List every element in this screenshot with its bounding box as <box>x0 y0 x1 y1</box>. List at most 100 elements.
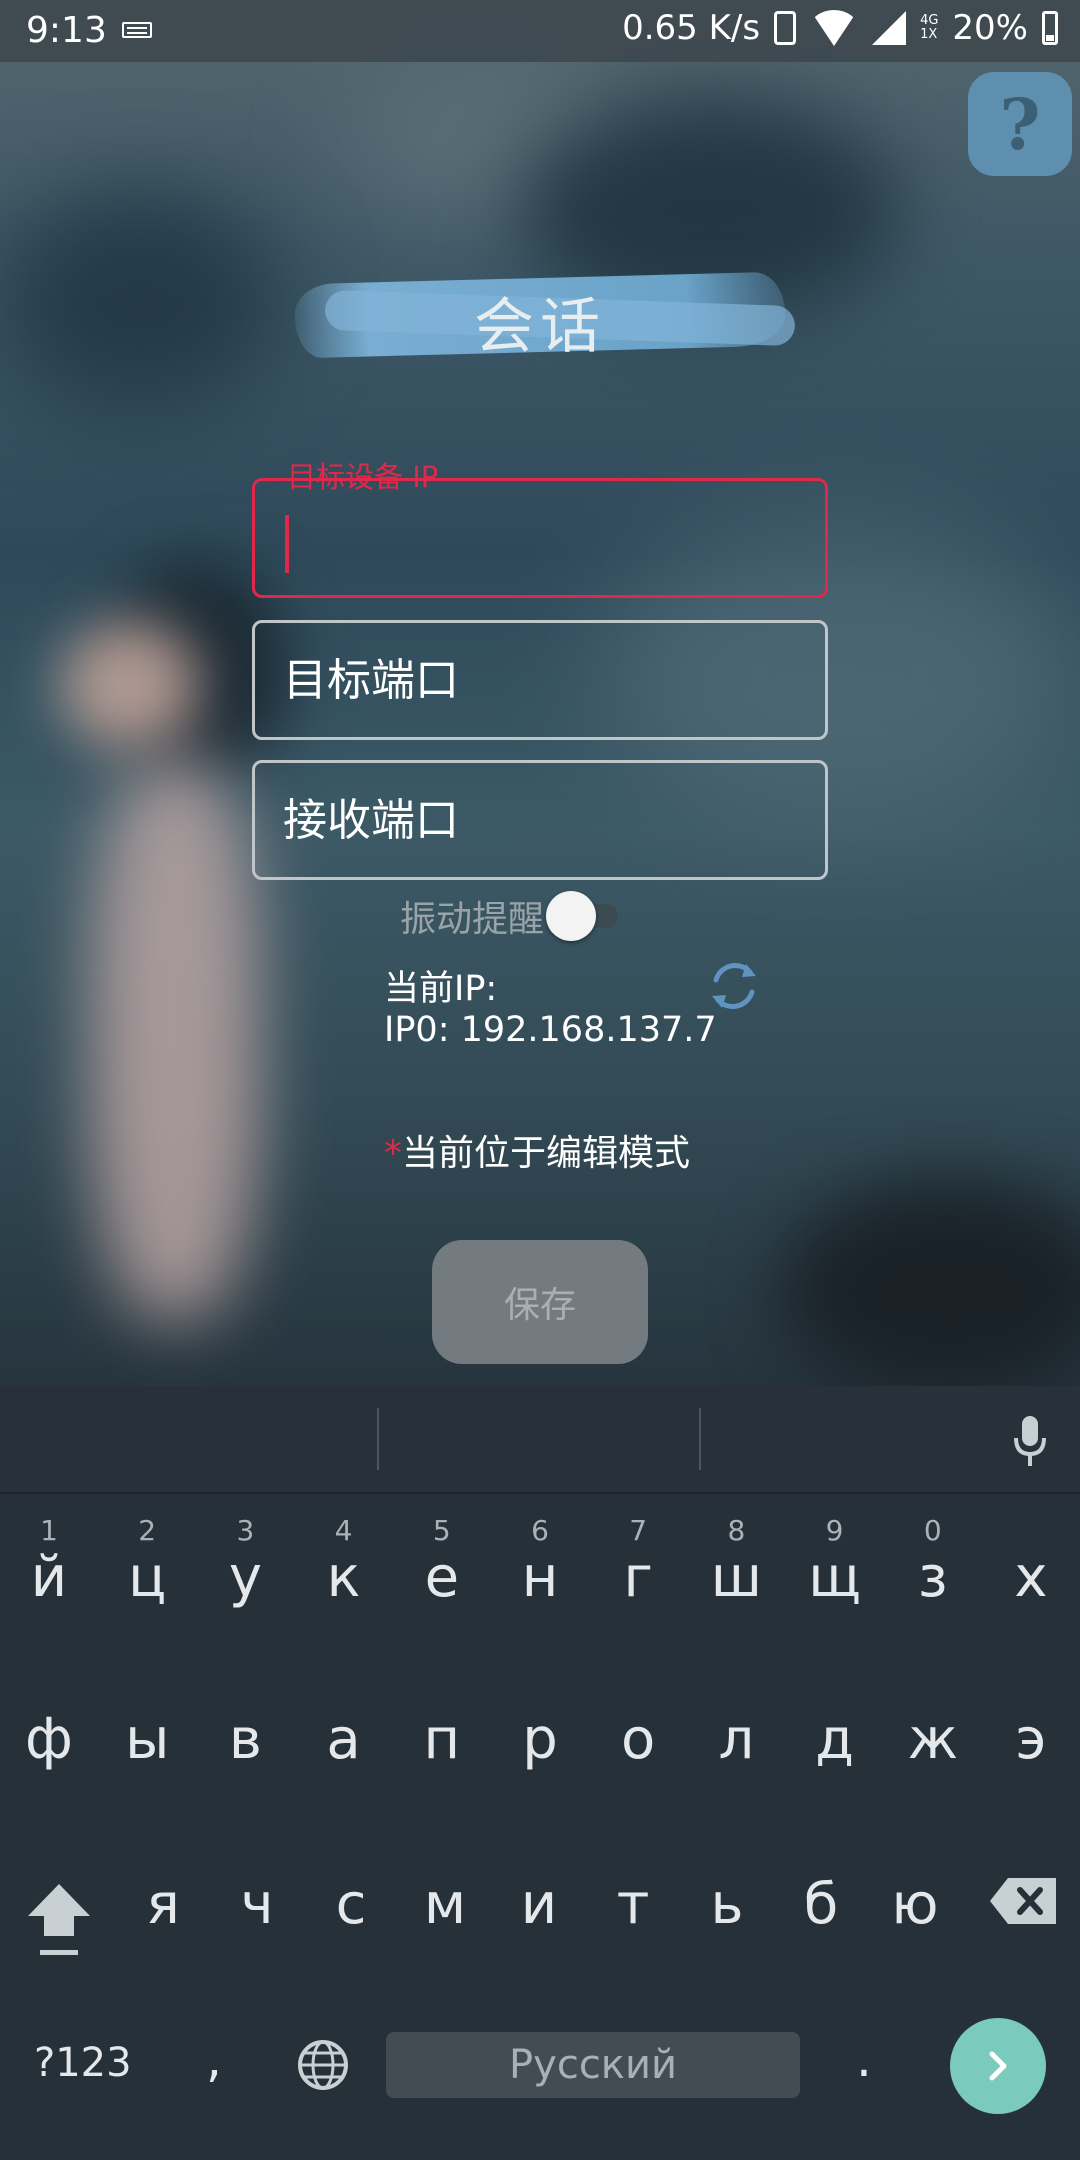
key-о[interactable]: о <box>589 1680 687 1800</box>
key-п[interactable]: п <box>393 1680 491 1800</box>
key-я[interactable]: я <box>114 1845 212 1965</box>
key-label: л <box>718 1707 755 1772</box>
required-star: * <box>384 1133 402 1174</box>
comma-key[interactable]: , <box>206 2030 222 2088</box>
vibration-switch[interactable] <box>546 891 630 941</box>
key-р[interactable]: р <box>491 1680 589 1800</box>
key-label: у <box>228 1545 262 1610</box>
mic-icon[interactable] <box>1012 1414 1048 1470</box>
key-м[interactable]: м <box>396 1845 494 1965</box>
receive-port-field[interactable] <box>252 760 828 880</box>
key-в[interactable]: в <box>196 1680 294 1800</box>
shift-key[interactable] <box>24 1880 94 1960</box>
key-hint: 3 <box>236 1514 255 1547</box>
backspace-key[interactable] <box>988 1876 1058 1926</box>
network-type: 4G 1X <box>920 13 939 42</box>
key-label: н <box>521 1545 559 1610</box>
key-б[interactable]: б <box>772 1845 870 1965</box>
key-к[interactable]: 4к <box>295 1516 393 1638</box>
key-ю[interactable]: ю <box>866 1845 964 1965</box>
question-icon: ? <box>999 82 1041 166</box>
key-у[interactable]: 3у <box>196 1514 294 1638</box>
key-label: щ <box>808 1545 861 1610</box>
key-label: ч <box>240 1872 274 1937</box>
key-е[interactable]: 5е <box>393 1514 491 1638</box>
edit-mode-notice: *当前位于编辑模式 <box>384 1124 690 1176</box>
status-bar: 9:13 0.65 K/s 4G 1X 20% <box>0 0 1080 62</box>
key-г[interactable]: 7г <box>589 1514 687 1638</box>
chevron-right-icon <box>989 2051 1007 2081</box>
key-label: м <box>423 1872 467 1937</box>
key-label: г <box>623 1545 653 1610</box>
battery-percent: 20% <box>952 8 1028 48</box>
key-label: ь <box>710 1872 744 1937</box>
current-ip-title: 当前IP: <box>384 969 498 1009</box>
suggestion-strip <box>0 1386 1080 1494</box>
key-н[interactable]: 6н <box>491 1514 589 1638</box>
vibration-toggle-row: 振动提醒 <box>400 890 630 942</box>
key-з[interactable]: 0з <box>884 1514 982 1638</box>
key-ь[interactable]: ь <box>678 1845 776 1965</box>
key-label: х <box>1014 1545 1048 1610</box>
key-label: й <box>30 1545 68 1610</box>
key-label: ж <box>907 1707 959 1772</box>
key-т[interactable]: т <box>584 1845 682 1965</box>
target-port-field[interactable] <box>252 620 828 740</box>
refresh-icon[interactable] <box>706 958 762 1014</box>
key-label: р <box>522 1707 558 1772</box>
key-а[interactable]: а <box>295 1680 393 1800</box>
ip-input[interactable] <box>255 481 825 595</box>
key-hint: 7 <box>629 1514 648 1547</box>
key-д[interactable]: д <box>786 1680 884 1800</box>
key-щ[interactable]: 9щ <box>786 1516 884 1638</box>
key-label: ю <box>891 1872 939 1937</box>
key-э[interactable]: э <box>982 1680 1080 1800</box>
key-hint: 5 <box>432 1514 451 1547</box>
enter-key[interactable] <box>950 2018 1046 2114</box>
key-и[interactable]: и <box>490 1845 588 1965</box>
key-label: ц <box>128 1545 167 1610</box>
key-ж[interactable]: ж <box>884 1680 982 1800</box>
key-х[interactable]: х <box>982 1518 1080 1638</box>
key-й[interactable]: 1й <box>0 1514 98 1638</box>
key-ы[interactable]: ы <box>98 1680 196 1800</box>
key-label: а <box>326 1707 361 1772</box>
signal-icon <box>872 11 907 45</box>
key-с[interactable]: с <box>302 1845 400 1965</box>
period-key[interactable]: . <box>856 2030 872 2088</box>
ip-field[interactable]: 目标设备 IP <box>252 460 828 598</box>
key-label: я <box>146 1872 180 1937</box>
globe-icon[interactable] <box>296 2038 350 2092</box>
key-label: ы <box>125 1707 170 1772</box>
key-hint: 1 <box>40 1514 58 1547</box>
key-hint: 0 <box>923 1514 942 1547</box>
key-label: д <box>815 1707 854 1772</box>
key-hint: 8 <box>727 1514 746 1547</box>
edit-mode-text: 当前位于编辑模式 <box>402 1133 691 1174</box>
key-ц[interactable]: 2ц <box>98 1516 196 1638</box>
target-port-input[interactable] <box>255 623 825 737</box>
vibrate-icon <box>774 11 797 45</box>
key-label: т <box>616 1872 650 1937</box>
key-ф[interactable]: ф <box>0 1680 98 1800</box>
key-л[interactable]: л <box>687 1680 785 1800</box>
key-ш[interactable]: 8ш <box>687 1514 785 1638</box>
suggestion-divider <box>377 1408 379 1470</box>
keyboard-icon <box>122 22 152 38</box>
key-label: о <box>621 1707 656 1772</box>
net-speed: 0.65 K/s <box>622 8 761 48</box>
page-title: 会话 <box>474 292 606 362</box>
space-bar[interactable]: Русский <box>386 2032 800 2098</box>
key-label: э <box>1015 1707 1047 1772</box>
key-label: ш <box>710 1545 763 1610</box>
key-hint: 6 <box>531 1514 549 1547</box>
key-label: б <box>803 1872 839 1937</box>
vibration-label: 振动提醒 <box>400 899 545 940</box>
help-button[interactable]: ? <box>968 72 1072 176</box>
battery-icon <box>1042 11 1058 45</box>
key-label: ф <box>25 1707 73 1772</box>
receive-port-input[interactable] <box>255 763 825 877</box>
save-button[interactable]: 保存 <box>432 1240 648 1364</box>
symbols-key[interactable]: ?123 <box>34 2040 132 2086</box>
key-ч[interactable]: ч <box>208 1845 306 1965</box>
